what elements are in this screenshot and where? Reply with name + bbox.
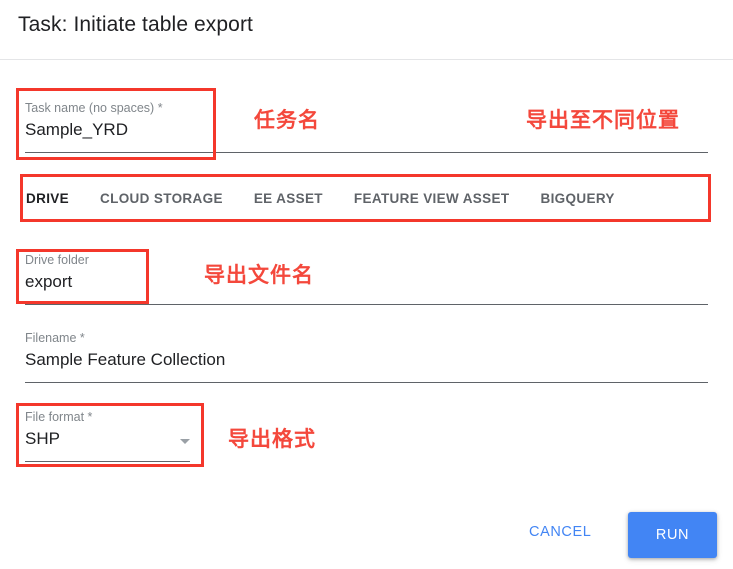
file-format-label: File format * bbox=[25, 410, 93, 424]
task-name-field[interactable]: Task name (no spaces) * Sample_YRD bbox=[25, 100, 708, 153]
file-format-value[interactable]: SHP bbox=[25, 427, 190, 451]
drive-folder-input[interactable]: export bbox=[25, 270, 89, 294]
tab-feature-view-asset[interactable]: FEATURE VIEW ASSET bbox=[354, 191, 510, 206]
annotation-label-export-filename: 导出文件名 bbox=[204, 264, 314, 287]
filename-underline bbox=[25, 382, 708, 383]
task-name-underline bbox=[25, 152, 708, 153]
drive-folder-label: Drive folder bbox=[25, 253, 89, 267]
destination-tab-bar[interactable]: DRIVE CLOUD STORAGE EE ASSET FEATURE VIE… bbox=[26, 180, 706, 216]
run-button[interactable]: RUN bbox=[628, 512, 717, 558]
task-name-label: Task name (no spaces) * bbox=[25, 101, 163, 115]
annotation-label-export-format: 导出格式 bbox=[228, 428, 316, 451]
filename-label: Filename * bbox=[25, 331, 85, 345]
file-format-field[interactable]: File format * SHP bbox=[25, 409, 190, 462]
tab-bigquery[interactable]: BIGQUERY bbox=[540, 191, 614, 206]
tab-cloud-storage[interactable]: CLOUD STORAGE bbox=[100, 191, 223, 206]
annotation-label-task-name: 任务名 bbox=[254, 109, 320, 132]
filename-input[interactable]: Sample Feature Collection bbox=[25, 348, 225, 372]
filename-field[interactable]: Filename * Sample Feature Collection bbox=[25, 330, 708, 383]
dialog-header: Task: Initiate table export bbox=[0, 0, 733, 60]
annotation-label-export-location: 导出至不同位置 bbox=[526, 109, 680, 132]
task-name-input[interactable]: Sample_YRD bbox=[25, 118, 163, 142]
chevron-down-icon[interactable] bbox=[180, 439, 190, 444]
file-format-underline bbox=[25, 461, 190, 462]
file-format-select[interactable]: SHP bbox=[25, 427, 190, 451]
tab-drive[interactable]: DRIVE bbox=[26, 191, 69, 206]
cancel-button[interactable]: CANCEL bbox=[529, 524, 591, 540]
page-title: Task: Initiate table export bbox=[18, 13, 253, 36]
drive-folder-field[interactable]: Drive folder export bbox=[25, 252, 708, 305]
drive-folder-underline bbox=[25, 304, 708, 305]
tab-ee-asset[interactable]: EE ASSET bbox=[254, 191, 323, 206]
